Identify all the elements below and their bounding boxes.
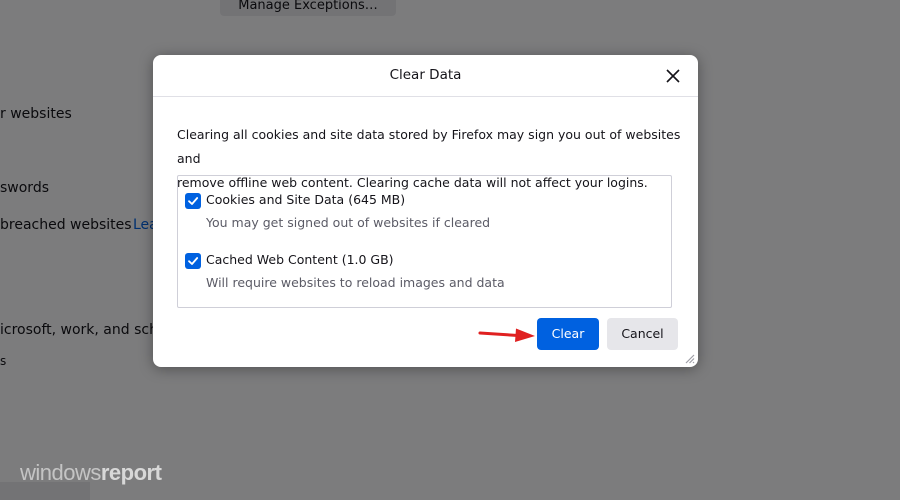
dialog-description-line: Clearing all cookies and site data store… [177,127,681,166]
cache-description: Will require websites to reload images a… [206,275,505,290]
watermark: windowsreport [20,460,162,486]
options-box: Cookies and Site Data (645 MB) You may g… [177,175,672,308]
cookies-description: You may get signed out of websites if cl… [206,215,491,230]
checkmark-icon [188,197,199,205]
red-arrow-icon [478,328,535,342]
cancel-button[interactable]: Cancel [607,318,678,350]
clear-button[interactable]: Clear [537,318,599,350]
resize-grip-icon[interactable] [683,352,695,364]
cache-checkbox[interactable] [185,253,201,269]
close-icon [666,69,680,83]
dialog-titlebar: Clear Data [153,55,698,97]
watermark-text: windows [20,460,101,485]
watermark-text-bold: report [100,460,162,485]
checkmark-icon [188,257,199,265]
dialog-title: Clear Data [389,67,462,83]
close-button[interactable] [658,61,688,91]
cookies-checkbox[interactable] [185,193,201,209]
clear-data-dialog: Clear Data Clearing all cookies and site… [153,55,698,367]
cookies-label[interactable]: Cookies and Site Data (645 MB) [206,192,405,207]
cache-label[interactable]: Cached Web Content (1.0 GB) [206,252,394,267]
